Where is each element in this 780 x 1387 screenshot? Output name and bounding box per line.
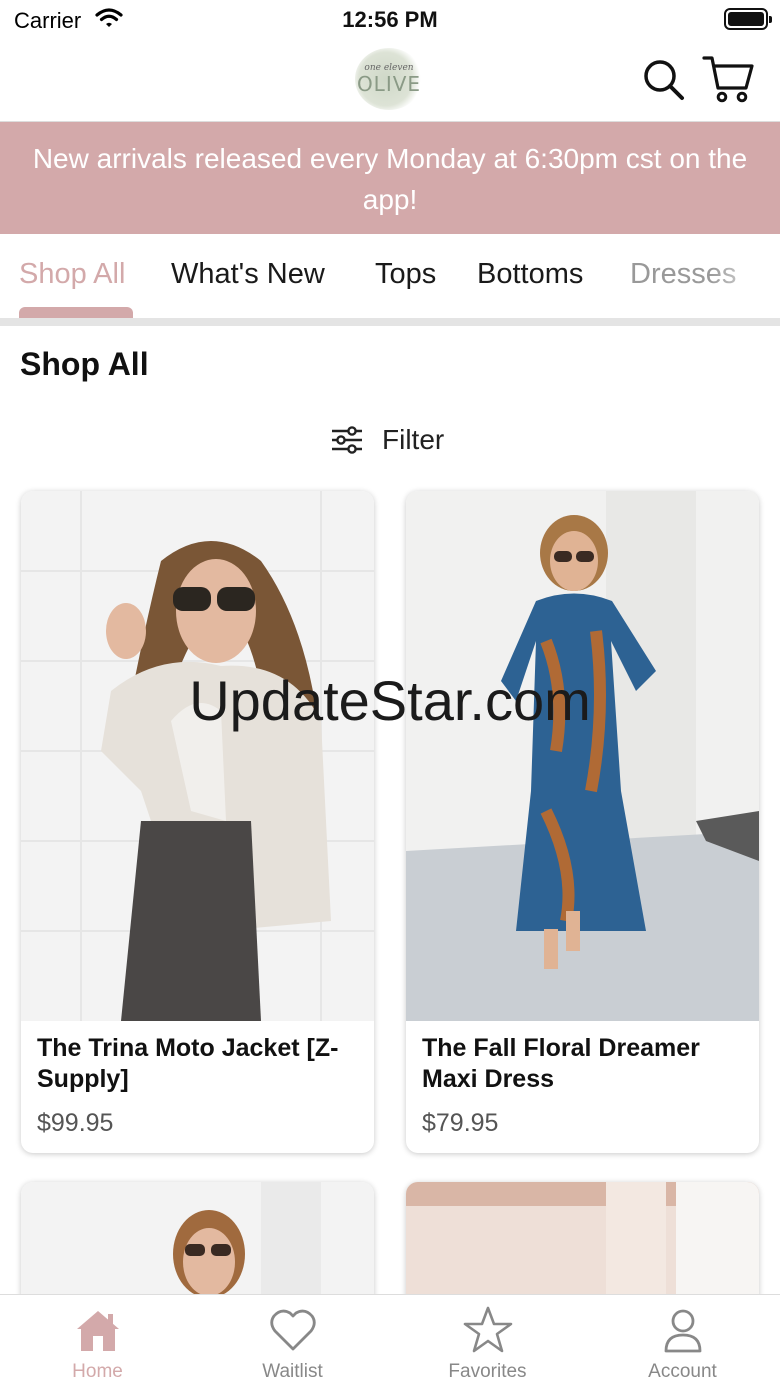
filter-button[interactable]: Filter (330, 420, 444, 460)
nav-account[interactable]: Account (585, 1295, 780, 1387)
tab-tops[interactable]: Tops (375, 258, 436, 291)
watermark: UpdateStar.com (189, 669, 591, 732)
filter-label: Filter (382, 424, 445, 455)
app-header: one eleven OLIVE (0, 40, 780, 122)
tab-whats-new[interactable]: What's New (171, 258, 325, 291)
page-title: Shop All (20, 346, 149, 382)
nav-home[interactable]: Home (0, 1295, 195, 1387)
cart-icon[interactable] (700, 52, 756, 106)
tab-shop-all[interactable]: Shop All (19, 258, 125, 291)
product-price: $79.95 (422, 1109, 499, 1137)
clock: 12:56 PM (342, 7, 438, 32)
star-icon (463, 1306, 512, 1353)
heart-icon (269, 1309, 316, 1351)
product-name: The Fall Floral Dreamer Maxi Dress (422, 1034, 700, 1093)
product-price: $99.95 (37, 1109, 114, 1137)
home-icon (76, 1311, 119, 1351)
tabs-divider (0, 318, 780, 326)
nav-label-home: Home (72, 1361, 123, 1382)
status-bar: Carrier 12:56 PM (0, 0, 780, 40)
product-card[interactable]: The Fall Floral Dreamer Maxi Dress $79.9… (406, 491, 759, 1153)
announcement-banner: New arrivals released every Monday at 6:… (0, 122, 780, 234)
tabs-fade (710, 234, 780, 320)
category-tabs: Shop All What's New Tops Bottoms Dresses (0, 234, 780, 321)
product-image[interactable] (21, 491, 374, 1021)
product-card[interactable]: The Trina Moto Jacket [Z-Supply] $99.95 (21, 491, 374, 1153)
nav-label-favorites: Favorites (448, 1361, 527, 1382)
nav-label-account: Account (648, 1361, 717, 1382)
product-image[interactable] (406, 491, 759, 1021)
tab-bottoms[interactable]: Bottoms (477, 258, 583, 291)
product-name: The Trina Moto Jacket [Z-Supply] (37, 1034, 339, 1093)
bottom-nav: Home Waitlist Favorites Account (0, 1294, 780, 1387)
logo-wordmark: OLIVE (356, 72, 422, 96)
nav-favorites[interactable]: Favorites (390, 1295, 585, 1387)
battery-icon (724, 8, 772, 30)
search-icon[interactable] (640, 56, 688, 104)
sliders-icon (332, 426, 362, 454)
nav-waitlist[interactable]: Waitlist (195, 1295, 390, 1387)
brand-logo[interactable]: one eleven OLIVE (355, 48, 423, 110)
nav-label-waitlist: Waitlist (262, 1361, 323, 1382)
person-icon (664, 1309, 701, 1353)
